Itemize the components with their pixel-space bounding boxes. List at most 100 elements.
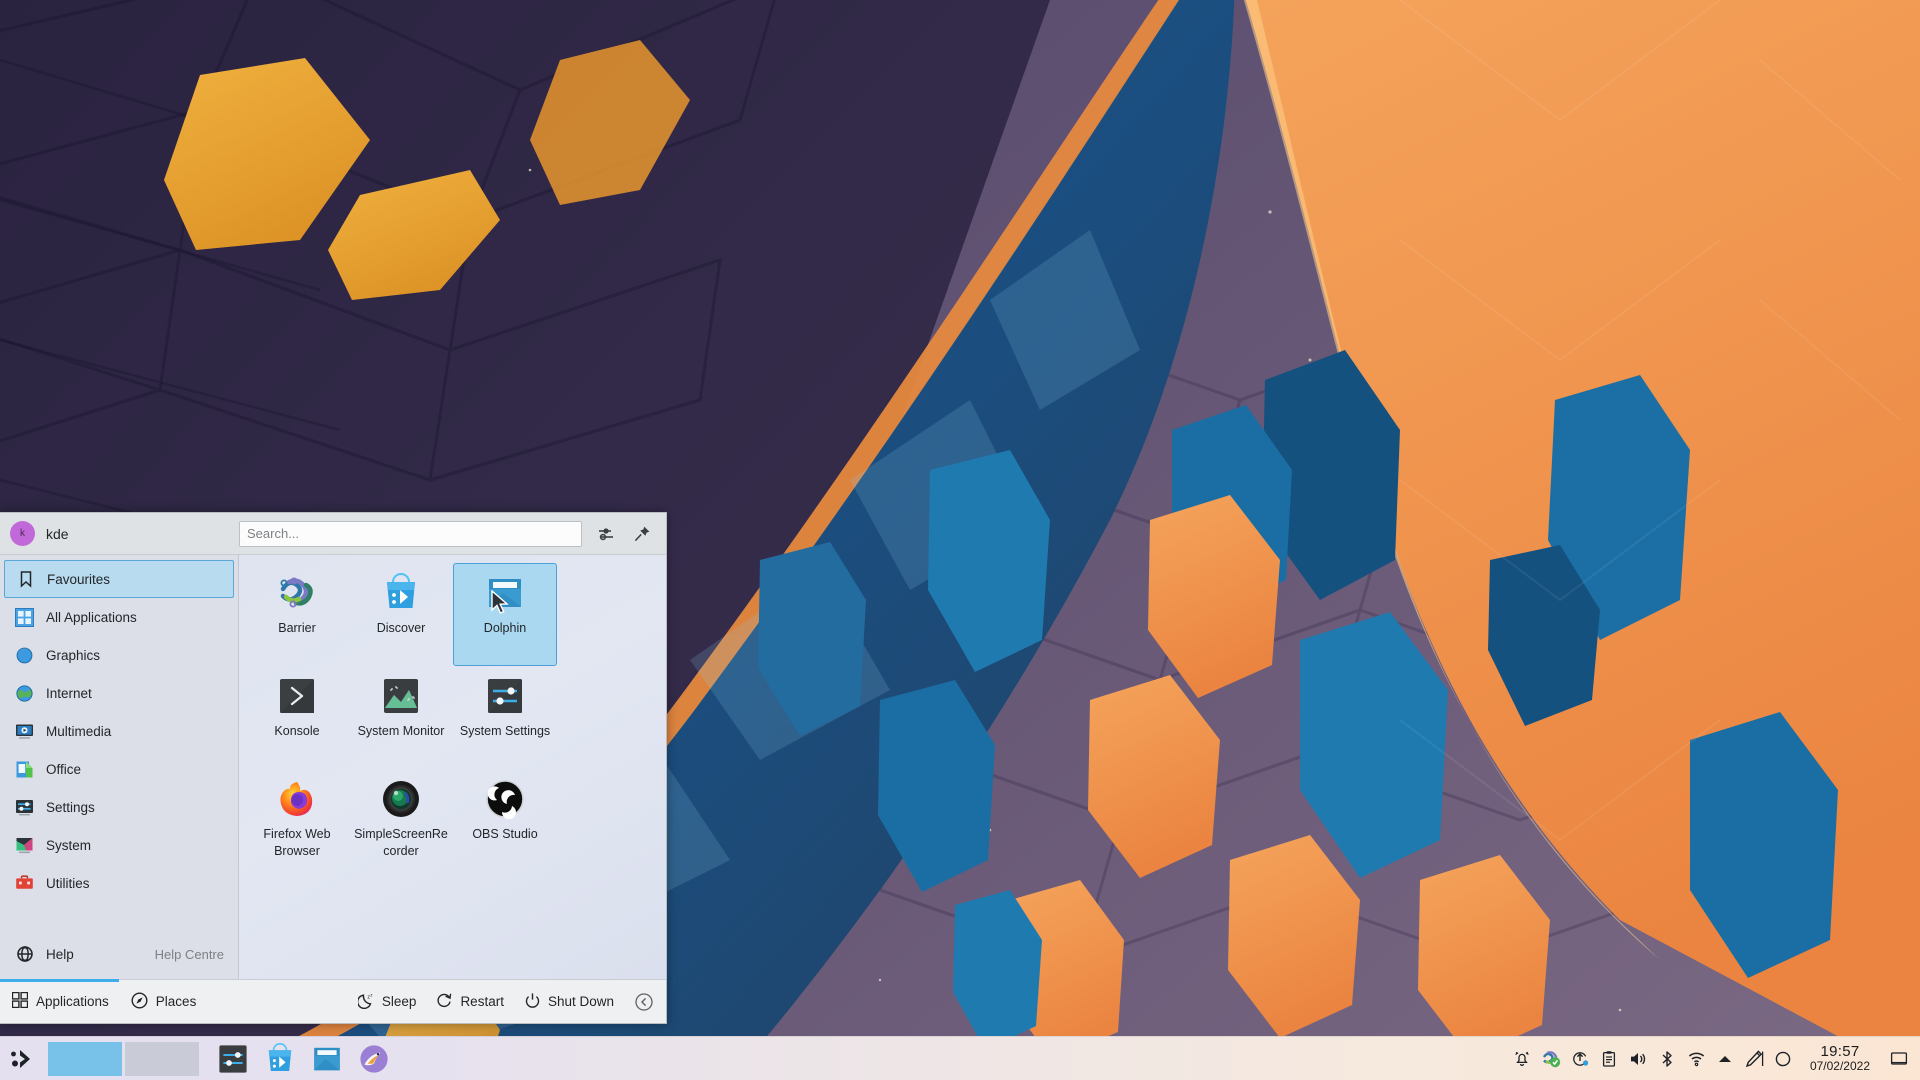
- desktop-2[interactable]: [125, 1042, 199, 1076]
- app-tile-label: Discover: [353, 620, 449, 637]
- sidebar-item-multimedia[interactable]: Multimedia: [4, 712, 234, 750]
- app-tile-label: OBS Studio: [457, 826, 553, 843]
- taskbar-item-system-settings[interactable]: [213, 1039, 253, 1079]
- power-actions: z z Sleep Restart: [358, 992, 666, 1012]
- sidebar-item-label: Internet: [46, 686, 92, 701]
- tab-places[interactable]: Places: [131, 980, 197, 1024]
- app-tile-label: Barrier: [249, 620, 345, 637]
- syssettings-icon: [485, 676, 525, 716]
- favourites-grid: Barrier Discover: [239, 555, 666, 979]
- app-tile-firefox[interactable]: Firefox Web Browser: [245, 769, 349, 872]
- tab-label: Applications: [36, 994, 109, 1009]
- help-icon: [14, 944, 35, 965]
- sidebar-item-label: Office: [46, 762, 81, 777]
- app-tile-label: SimpleScreenRecorder: [353, 826, 449, 860]
- clock-date: 07/02/2022: [1810, 1060, 1870, 1073]
- app-tile-label: System Settings: [457, 723, 553, 740]
- sysmonitor-icon: [381, 676, 421, 716]
- desktop-1[interactable]: [48, 1042, 122, 1076]
- barrier-tray-icon[interactable]: [1537, 1039, 1566, 1079]
- menu-footer: Applications Places z z: [0, 979, 666, 1023]
- virtual-desktop-pager[interactable]: [48, 1042, 199, 1076]
- avatar: k: [10, 521, 35, 546]
- footer-tabs: Applications Places: [0, 980, 196, 1024]
- app-tile-system-settings[interactable]: System Settings: [453, 666, 557, 769]
- sidebar-item-label: Graphics: [46, 648, 100, 663]
- app-tile-dolphin[interactable]: Dolphin: [453, 563, 557, 666]
- sidebar-item-favourites[interactable]: Favourites: [4, 560, 234, 598]
- sidebar-spacer: [0, 902, 238, 935]
- app-tile-konsole[interactable]: Konsole: [245, 666, 349, 769]
- grid-apps-icon: [14, 607, 35, 628]
- configure-icon[interactable]: [594, 522, 618, 546]
- taskbar-item-discover[interactable]: [260, 1039, 300, 1079]
- sleep-button[interactable]: z z Sleep: [358, 992, 417, 1012]
- settings-icon: [14, 797, 35, 818]
- power-icon: [524, 992, 541, 1012]
- speaker-icon[interactable]: [1624, 1039, 1653, 1079]
- menu-header: k kde: [0, 513, 666, 555]
- pen-icon[interactable]: [1740, 1039, 1769, 1079]
- chevron-up-icon[interactable]: [1711, 1039, 1740, 1079]
- sidebar-item-label: Favourites: [47, 572, 110, 587]
- obs-icon: [485, 779, 525, 819]
- office-icon: [14, 759, 35, 780]
- category-sidebar: Favourites All Applications: [0, 555, 239, 979]
- konsole-icon: [277, 676, 317, 716]
- sidebar-item-utilities[interactable]: Utilities: [4, 864, 234, 902]
- grid-apps-icon: [12, 992, 28, 1011]
- search-input[interactable]: [239, 521, 582, 547]
- update-icon[interactable]: [1566, 1039, 1595, 1079]
- toolbox-icon: [14, 873, 35, 894]
- bluetooth-icon[interactable]: [1653, 1039, 1682, 1079]
- sidebar-item-system[interactable]: System: [4, 826, 234, 864]
- clipboard-icon[interactable]: [1595, 1039, 1624, 1079]
- multimedia-icon: [14, 721, 35, 742]
- search-area: [239, 521, 666, 547]
- sidebar-item-internet[interactable]: Internet: [4, 674, 234, 712]
- application-launcher-menu: k kde: [0, 512, 667, 1024]
- kde-launcher-icon[interactable]: [0, 1037, 44, 1080]
- sidebar-item-graphics[interactable]: Graphics: [4, 636, 234, 674]
- show-desktop-icon[interactable]: [1882, 1037, 1916, 1080]
- sidebar-item-office[interactable]: Office: [4, 750, 234, 788]
- wifi-icon[interactable]: [1682, 1039, 1711, 1079]
- bookmark-icon: [15, 569, 36, 590]
- app-tile-label: System Monitor: [353, 723, 449, 740]
- app-tile-discover[interactable]: Discover: [349, 563, 453, 666]
- restart-button[interactable]: Restart: [436, 992, 504, 1012]
- username-label: kde: [46, 526, 69, 542]
- shutdown-button[interactable]: Shut Down: [524, 992, 614, 1012]
- ssr-icon: [381, 779, 421, 819]
- app-tile-barrier[interactable]: Barrier: [245, 563, 349, 666]
- system-tray: 19:57 07/02/2022: [1508, 1037, 1920, 1080]
- svg-text:z: z: [370, 992, 372, 997]
- dolphin-icon: [485, 573, 525, 613]
- app-tile-label: Konsole: [249, 723, 345, 740]
- system-icon: [14, 835, 35, 856]
- pin-icon[interactable]: [630, 522, 654, 546]
- app-tile-system-monitor[interactable]: System Monitor: [349, 666, 453, 769]
- app-tile-label: Firefox Web Browser: [249, 826, 345, 860]
- sidebar-item-label: All Applications: [46, 610, 137, 625]
- circle-icon[interactable]: [1769, 1039, 1798, 1079]
- tab-applications[interactable]: Applications: [12, 980, 109, 1024]
- menu-body: Favourites All Applications: [0, 555, 666, 979]
- user-block[interactable]: k kde: [0, 521, 239, 546]
- taskbar-item-falkon[interactable]: [354, 1039, 394, 1079]
- app-tile-simplescreenrecorder[interactable]: SimpleScreenRecorder: [349, 769, 453, 872]
- taskbar-item-dolphin[interactable]: [307, 1039, 347, 1079]
- sidebar-item-settings[interactable]: Settings: [4, 788, 234, 826]
- digital-clock[interactable]: 19:57 07/02/2022: [1798, 1044, 1882, 1072]
- compass-icon: [131, 992, 148, 1012]
- bell-muted-icon[interactable]: [1508, 1039, 1537, 1079]
- collapse-chevron-icon[interactable]: [634, 992, 654, 1012]
- globe-icon: [14, 683, 35, 704]
- discover-icon: [381, 573, 421, 613]
- sidebar-item-help[interactable]: Help Help Centre: [4, 935, 234, 973]
- tab-label: Places: [156, 994, 197, 1009]
- clock-time: 19:57: [1820, 1044, 1859, 1060]
- app-tile-obs-studio[interactable]: OBS Studio: [453, 769, 557, 872]
- sidebar-item-label: Help: [46, 947, 74, 962]
- sidebar-item-all-applications[interactable]: All Applications: [4, 598, 234, 636]
